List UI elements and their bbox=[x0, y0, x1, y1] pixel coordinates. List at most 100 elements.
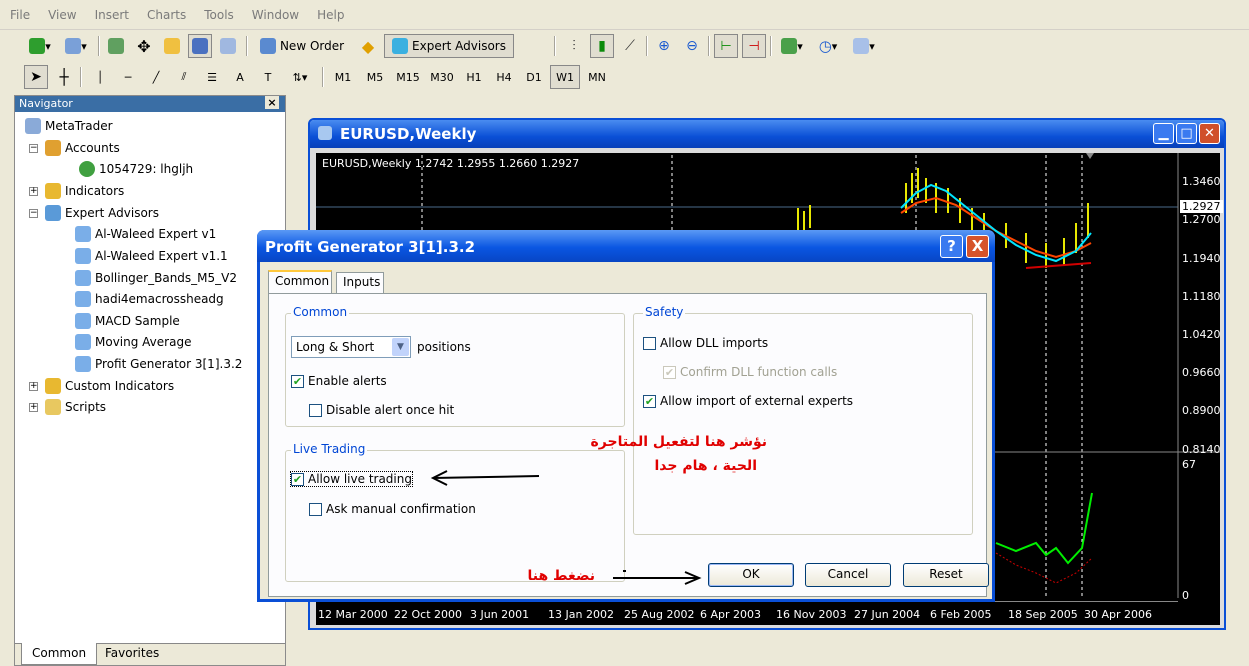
menu-tools[interactable]: Tools bbox=[194, 0, 242, 22]
chart-shift-marker bbox=[1086, 153, 1094, 159]
tab-common[interactable]: Common bbox=[268, 270, 332, 294]
templates-button[interactable]: ▾ bbox=[848, 34, 880, 58]
navigator-tab-favorites[interactable]: Favorites bbox=[95, 643, 169, 665]
tree-indicators[interactable]: + Indicators bbox=[29, 181, 124, 201]
expert-icon bbox=[75, 334, 91, 350]
autoscroll-button[interactable]: ⊢ bbox=[714, 34, 738, 58]
tree-root[interactable]: MetaTrader bbox=[25, 116, 113, 136]
menu-view[interactable]: View bbox=[38, 0, 84, 22]
current-price-label: 1.2927 bbox=[1180, 200, 1223, 213]
profiles-button[interactable]: ▾ bbox=[60, 34, 92, 58]
expand-icon[interactable]: + bbox=[29, 402, 38, 412]
checkbox-unchecked-icon bbox=[309, 502, 322, 516]
arrows-button[interactable]: ⇅ ▾ bbox=[284, 65, 316, 89]
reset-button[interactable]: Reset bbox=[903, 563, 989, 587]
timeframe-m15[interactable]: M15 bbox=[392, 65, 424, 89]
tree-expert-advisors[interactable]: − Expert Advisors bbox=[29, 203, 159, 223]
tree-expert-item[interactable]: Bollinger_Bands_M5_V2 bbox=[75, 268, 237, 288]
ask-manual-confirmation-checkbox[interactable]: Ask manual confirmation bbox=[309, 502, 476, 516]
expand-icon[interactable]: + bbox=[29, 381, 38, 391]
menu-file[interactable]: File bbox=[0, 0, 38, 22]
timeframe-mn[interactable]: MN bbox=[582, 65, 612, 89]
enable-alerts-checkbox[interactable]: ✔ Enable alerts bbox=[291, 374, 387, 388]
tree-root-label: MetaTrader bbox=[45, 119, 113, 133]
menu-help[interactable]: Help bbox=[307, 0, 352, 22]
allow-import-experts-checkbox[interactable]: ✔ Allow import of external experts bbox=[643, 394, 853, 408]
horizontal-line-button[interactable]: ─ bbox=[116, 65, 140, 89]
crosshair-button[interactable]: ┼ bbox=[52, 65, 76, 89]
minimize-icon: ▁ bbox=[1158, 126, 1169, 141]
positions-select[interactable]: Long & Short ▼ bbox=[291, 336, 411, 358]
close-button[interactable]: ✕ bbox=[1199, 123, 1220, 144]
expand-icon[interactable]: + bbox=[29, 186, 38, 196]
cursor-button[interactable]: ➤ bbox=[24, 65, 48, 89]
periods-button[interactable]: ◷ ▾ bbox=[812, 34, 844, 58]
disable-alert-checkbox[interactable]: Disable alert once hit bbox=[309, 403, 454, 417]
fibonacci-button[interactable]: ☰ bbox=[200, 65, 224, 89]
bar-chart-button[interactable]: ⫶ bbox=[562, 34, 586, 58]
text-button[interactable]: A bbox=[228, 65, 252, 89]
collapse-icon[interactable]: − bbox=[29, 208, 38, 218]
date-label: 18 Sep 2005 bbox=[1008, 608, 1078, 621]
metaeditor-button[interactable]: ◆ bbox=[356, 34, 380, 58]
tree-custom-indicators[interactable]: + Custom Indicators bbox=[29, 376, 174, 396]
tree-expert-item[interactable]: MACD Sample bbox=[75, 311, 180, 331]
ok-button[interactable]: OK bbox=[708, 563, 794, 587]
tree-expert-item[interactable]: Al-Waleed Expert v1.1 bbox=[75, 246, 228, 266]
equidistant-channel-button[interactable]: ⫽ bbox=[172, 65, 196, 89]
maximize-button[interactable]: □ bbox=[1176, 123, 1197, 144]
tree-expert-item[interactable]: Al-Waleed Expert v1 bbox=[75, 224, 216, 244]
timeframe-w1[interactable]: W1 bbox=[550, 65, 580, 89]
strategy-tester-button[interactable] bbox=[216, 34, 240, 58]
tree-scripts[interactable]: + Scripts bbox=[29, 397, 106, 417]
timeframe-m5[interactable]: M5 bbox=[360, 65, 390, 89]
new-order-button[interactable]: New Order bbox=[252, 34, 352, 58]
terminal-button[interactable] bbox=[188, 34, 212, 58]
indicators-button[interactable]: ▾ bbox=[776, 34, 808, 58]
chart-shift-button[interactable]: ⊣ bbox=[742, 34, 766, 58]
fibonacci-icon: ☰ bbox=[207, 70, 217, 84]
timeframe-m1[interactable]: M1 bbox=[328, 65, 358, 89]
tree-accounts[interactable]: − Accounts bbox=[29, 138, 120, 158]
tree-expert-item[interactable]: Moving Average bbox=[75, 332, 191, 352]
minimize-button[interactable]: ▁ bbox=[1153, 123, 1174, 144]
data-window-button[interactable]: ✥ bbox=[132, 34, 156, 58]
tree-expert-item[interactable]: hadi4emacrossheadg bbox=[75, 289, 224, 309]
allow-live-trading-checkbox[interactable]: ✔ Allow live trading bbox=[290, 471, 413, 487]
navigator-title: Navigator bbox=[19, 97, 73, 110]
annotation-arrow-right bbox=[613, 570, 702, 585]
zoom-out-button[interactable]: ⊖ bbox=[680, 34, 704, 58]
expert-advisors-button[interactable]: Expert Advisors bbox=[384, 34, 514, 58]
tab-inputs[interactable]: Inputs bbox=[336, 272, 384, 293]
new-chart-button[interactable]: ▾ bbox=[24, 34, 56, 58]
candlestick-button[interactable]: ▮ bbox=[590, 34, 614, 58]
collapse-icon[interactable]: − bbox=[29, 143, 38, 153]
cancel-button[interactable]: Cancel bbox=[805, 563, 891, 587]
text-label-button[interactable]: T bbox=[256, 65, 280, 89]
menu-insert[interactable]: Insert bbox=[85, 0, 137, 22]
navigator-button[interactable] bbox=[160, 34, 184, 58]
chevron-down-icon[interactable]: ▼ bbox=[392, 338, 409, 356]
trendline-button[interactable]: ╱ bbox=[144, 65, 168, 89]
vertical-line-button[interactable]: │ bbox=[88, 65, 112, 89]
toolbar-separator bbox=[80, 67, 82, 87]
tree-account[interactable]: 1054729: lhgljh bbox=[79, 159, 193, 179]
timeframe-m30[interactable]: M30 bbox=[426, 65, 458, 89]
timeframe-d1[interactable]: D1 bbox=[520, 65, 548, 89]
confirm-dll-calls-checkbox[interactable]: ✔ Confirm DLL function calls bbox=[663, 365, 837, 379]
dialog-close-button[interactable]: X bbox=[966, 235, 989, 258]
navigator-close-button[interactable]: × bbox=[265, 96, 279, 109]
timeframe-h1[interactable]: H1 bbox=[460, 65, 488, 89]
tree-expert-label: Profit Generator 3[1].3.2 bbox=[95, 357, 243, 371]
allow-dll-imports-checkbox[interactable]: Allow DLL imports bbox=[643, 336, 768, 350]
timeframe-h4[interactable]: H4 bbox=[490, 65, 518, 89]
metatrader-icon bbox=[25, 118, 41, 134]
zoom-in-button[interactable]: ⊕ bbox=[652, 34, 676, 58]
help-button[interactable]: ? bbox=[940, 235, 963, 258]
menu-charts[interactable]: Charts bbox=[137, 0, 194, 22]
navigator-tab-common[interactable]: Common bbox=[21, 643, 98, 665]
menu-window[interactable]: Window bbox=[242, 0, 307, 22]
market-watch-button[interactable] bbox=[104, 34, 128, 58]
tree-expert-item[interactable]: Profit Generator 3[1].3.2 bbox=[75, 354, 242, 374]
line-chart-button[interactable]: ⟋ bbox=[618, 34, 642, 58]
